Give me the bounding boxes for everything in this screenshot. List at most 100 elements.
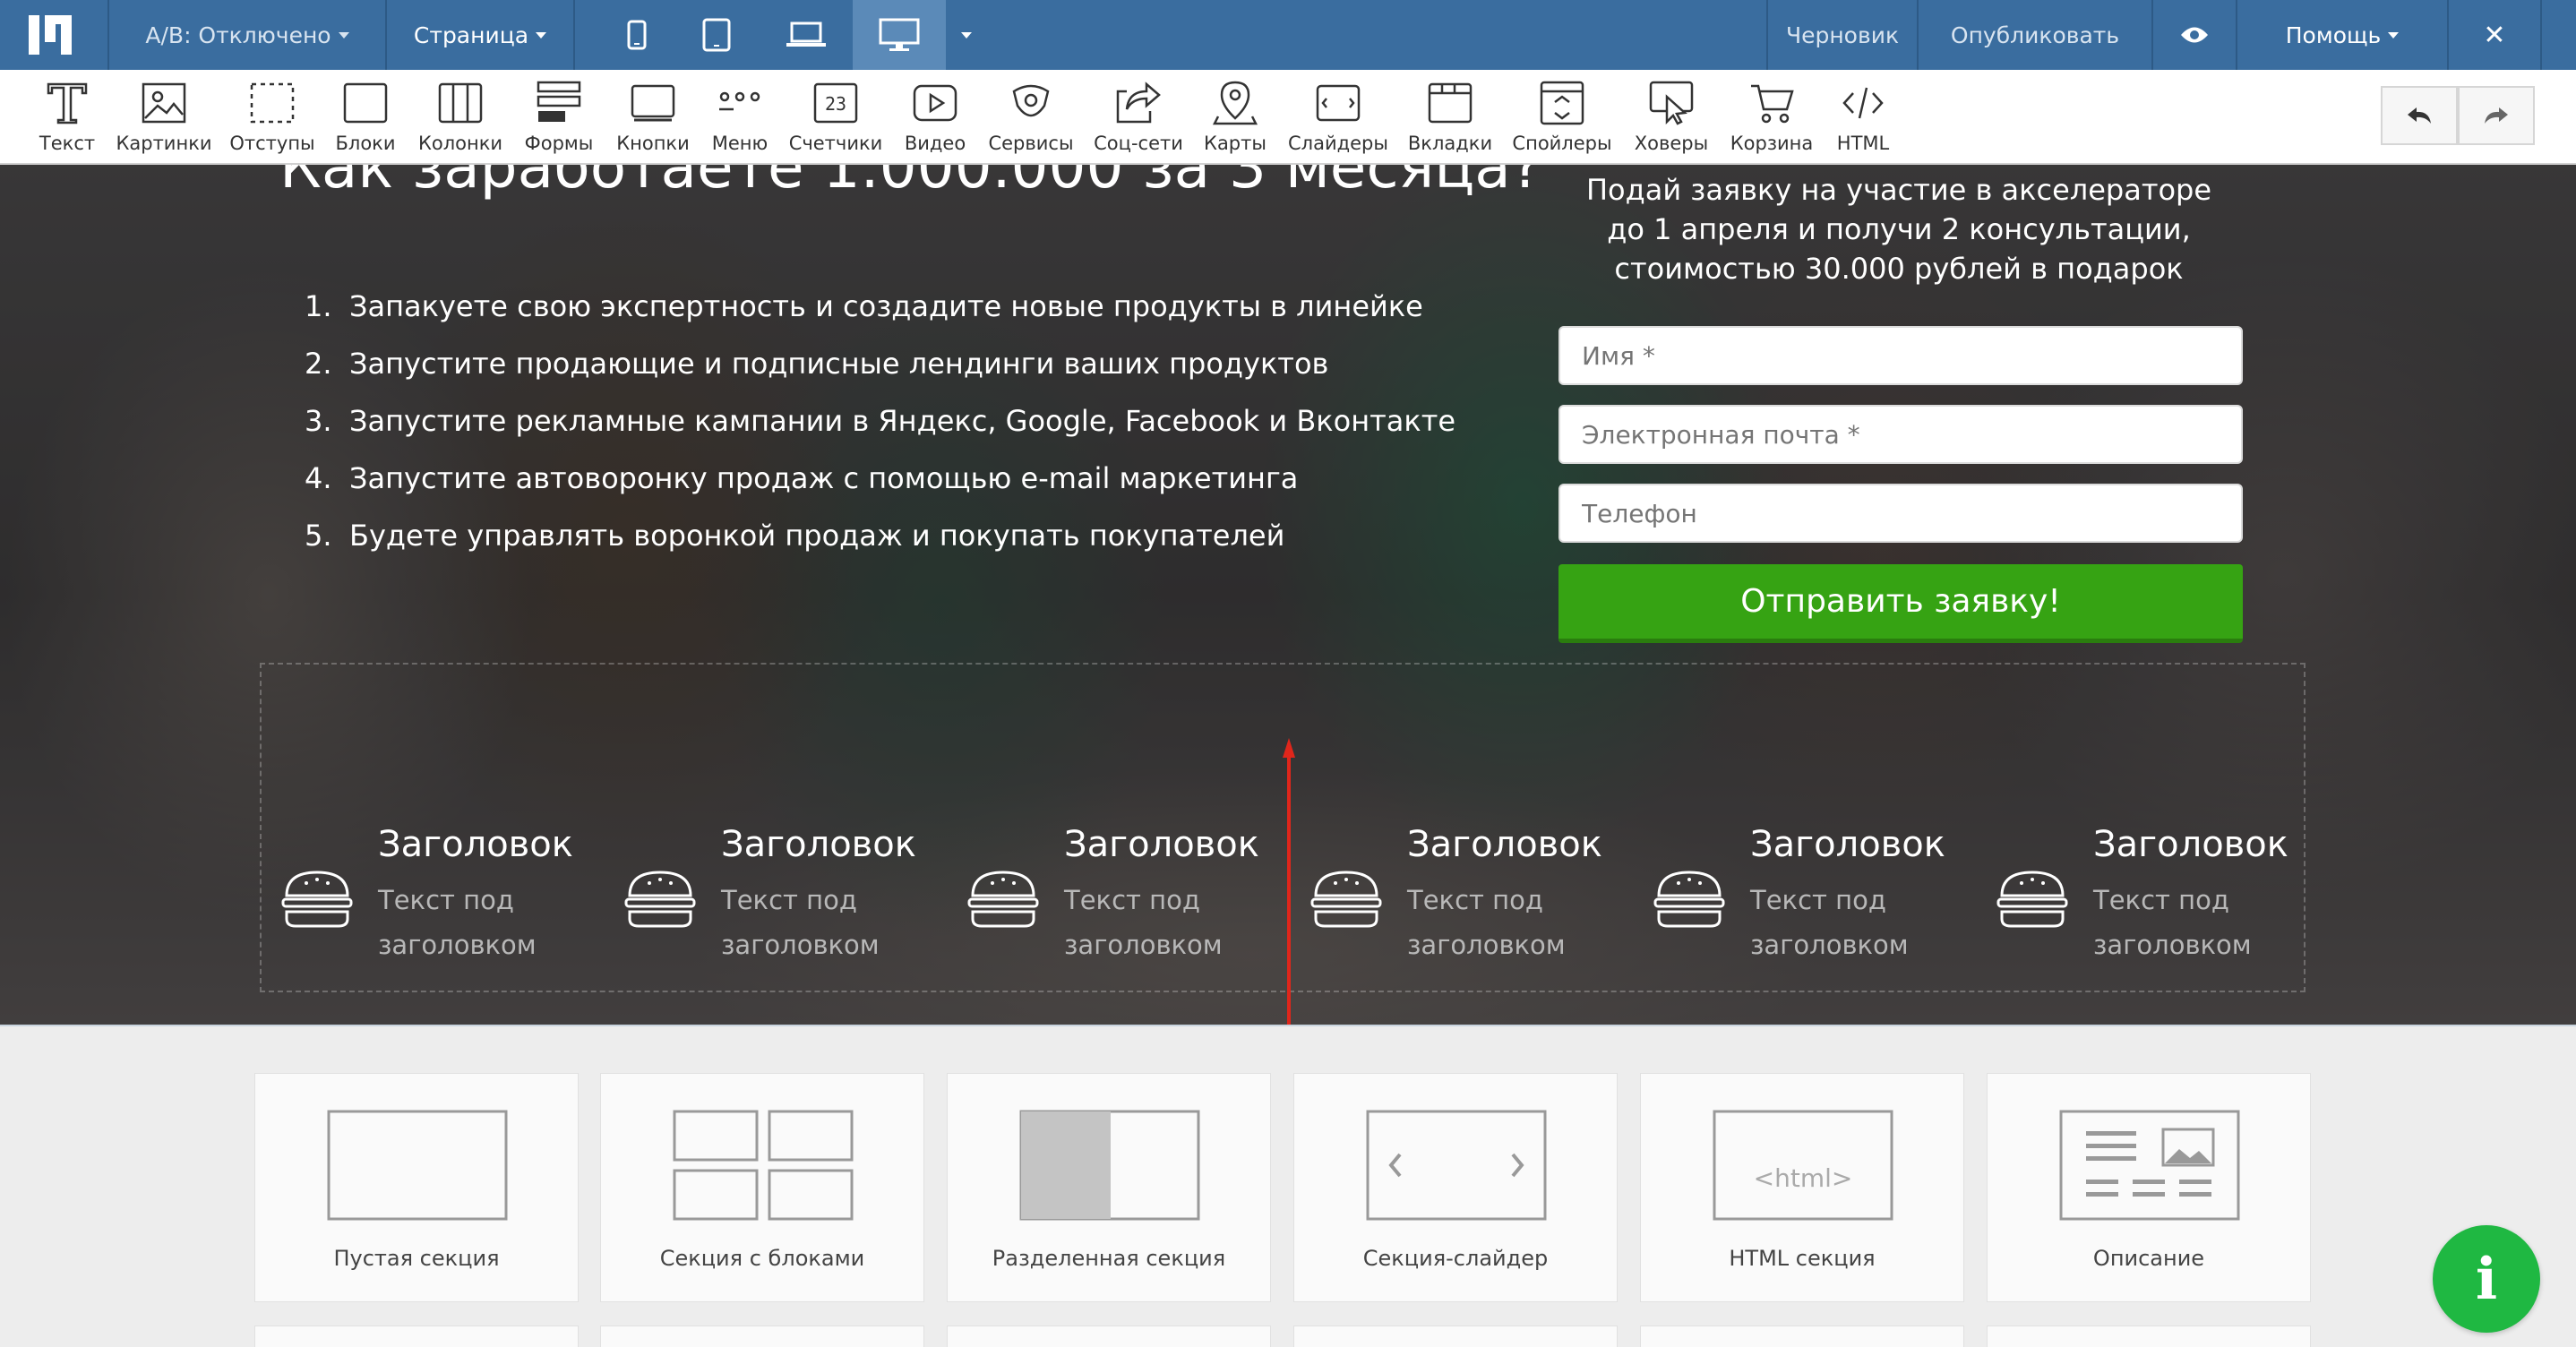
feature-block[interactable]: Заголовок Текст под заголовком <box>605 810 941 989</box>
resize-arrow-icon[interactable] <box>1283 738 1295 1025</box>
list-item: 5. Будете управлять воронкой продаж и пок… <box>305 507 1455 564</box>
tool-label: Текст <box>39 133 96 154</box>
feature-block[interactable]: Заголовок Текст под заголовком <box>1291 810 1627 989</box>
section-card-split[interactable]: Разделенная секция <box>947 1073 1271 1302</box>
tool-label: Блоки <box>335 133 396 154</box>
feature-block[interactable]: Заголовок Текст под заголовком <box>948 810 1284 989</box>
benefits-list[interactable]: 1. Запакуете свою экспертность и создадит… <box>305 278 1455 564</box>
list-number: 3. <box>305 404 332 438</box>
form-description[interactable]: Подай заявку на участие в акселераторе д… <box>1558 170 2239 288</box>
phone-field[interactable] <box>1558 484 2243 543</box>
redo-button[interactable] <box>2458 86 2535 145</box>
tool-social[interactable]: Соц-сети <box>1094 70 1183 163</box>
tool-columns[interactable]: Колонки <box>416 70 505 163</box>
video-icon <box>913 84 957 122</box>
logo[interactable] <box>0 0 109 70</box>
feature-title: Заголовок <box>1064 824 1259 865</box>
tool-label: Карты <box>1204 133 1267 154</box>
tabs-icon <box>1428 82 1473 124</box>
list-text: Будете управлять воронкой продаж и покуп… <box>349 519 1285 553</box>
section-templates-panel: Пустая секция Секция с блоками Разделенн… <box>0 1025 2576 1347</box>
hero-section[interactable]: Как заработаете 1.000.000 за 3 месяца? 1… <box>0 165 2576 1025</box>
section-card-slider[interactable]: Секция-слайдер <box>1293 1073 1618 1302</box>
device-laptop[interactable] <box>760 0 853 70</box>
tool-cart[interactable]: Корзина <box>1729 70 1815 163</box>
burger-icon <box>967 871 1039 928</box>
tool-label: Формы <box>524 133 594 154</box>
tool-sliders[interactable]: Слайдеры <box>1286 70 1390 163</box>
page-label: Страница <box>413 21 529 48</box>
menu-icon <box>719 91 760 111</box>
tool-label: Видео <box>904 133 966 154</box>
publish-label: Опубликовать <box>1950 21 2120 48</box>
tool-label: Колонки <box>417 133 503 154</box>
tool-images[interactable]: Картинки <box>115 70 213 163</box>
info-button[interactable]: i <box>2433 1225 2540 1333</box>
logo-icon <box>29 15 72 55</box>
tool-text[interactable]: Текст <box>30 70 104 163</box>
page-dropdown[interactable]: Страница <box>387 0 575 70</box>
tool-menu[interactable]: Меню <box>704 70 776 163</box>
form-description-line: до 1 апреля и получи 2 консультации, <box>1607 212 2191 246</box>
section-card-blocks[interactable]: Секция с блоками <box>600 1073 924 1302</box>
slider-icon <box>1316 84 1361 122</box>
submit-button[interactable]: Отправить заявку! <box>1558 564 2243 643</box>
columns-icon <box>438 82 483 124</box>
list-number: 1. <box>305 289 332 323</box>
feature-block[interactable]: Заголовок Текст под заголовком <box>1977 810 2314 989</box>
tool-counters[interactable]: 23 Счетчики <box>789 70 882 163</box>
tool-maps[interactable]: Карты <box>1197 70 1274 163</box>
feature-block[interactable]: Заголовок Текст под заголовком <box>262 810 598 989</box>
feature-block[interactable]: Заголовок Текст под заголовком <box>1634 810 1971 989</box>
section-card-html[interactable]: <html> HTML секция <box>1640 1073 1964 1302</box>
text-icon <box>47 82 88 124</box>
tool-video[interactable]: Видео <box>899 70 971 163</box>
block-icon <box>343 82 388 124</box>
close-button[interactable]: ✕ <box>2449 0 2542 70</box>
ab-test-dropdown[interactable]: A/B: Отключено <box>109 0 387 70</box>
device-more-dropdown[interactable] <box>946 0 987 70</box>
tool-hovers[interactable]: Ховеры <box>1630 70 1713 163</box>
section-card-next-row[interactable] <box>254 1326 579 1347</box>
section-card-next-row[interactable] <box>947 1326 1271 1347</box>
undo-button[interactable] <box>2381 86 2458 145</box>
tool-blocks[interactable]: Блоки <box>330 70 401 163</box>
tool-label: Картинки <box>116 133 212 154</box>
tool-spoilers[interactable]: Спойлеры <box>1512 70 1612 163</box>
section-card-next-row[interactable] <box>1640 1326 1964 1347</box>
burger-icon <box>624 871 696 928</box>
device-desktop[interactable] <box>853 0 946 70</box>
section-card-empty[interactable]: Пустая секция <box>254 1073 579 1302</box>
section-card-next-row[interactable] <box>1293 1326 1618 1347</box>
tool-buttons[interactable]: Кнопки <box>616 70 690 163</box>
section-card-next-row[interactable] <box>600 1326 924 1347</box>
tool-label: Слайдеры <box>1288 133 1388 154</box>
description-section-icon <box>2059 1110 2240 1221</box>
tool-services[interactable]: Сервисы <box>988 70 1074 163</box>
desktop-icon <box>879 18 920 51</box>
preview-button[interactable] <box>2153 0 2237 70</box>
publish-button[interactable]: Опубликовать <box>1919 0 2153 70</box>
tool-html[interactable]: HTML <box>1827 70 1899 163</box>
hero-title[interactable]: Как заработаете 1.000.000 за 3 месяца? <box>279 165 1542 202</box>
feature-text: Текст под заголовком <box>721 885 880 960</box>
burger-icon <box>1996 871 2068 928</box>
section-card-label: Секция с блоками <box>659 1246 865 1271</box>
tool-label: Меню <box>711 133 769 154</box>
list-text: Запакуете свою экспертность и создадите … <box>349 289 1423 323</box>
draft-label: Черновик <box>1785 21 1900 48</box>
device-phone[interactable] <box>600 0 674 70</box>
draft-button[interactable]: Черновик <box>1766 0 1919 70</box>
email-field[interactable] <box>1558 405 2243 464</box>
chevron-down-icon <box>961 31 972 39</box>
tool-forms[interactable]: Формы <box>521 70 597 163</box>
list-number: 5. <box>305 519 332 553</box>
section-card-next-row[interactable] <box>1987 1326 2311 1347</box>
help-dropdown[interactable]: Помощь <box>2237 0 2449 70</box>
tool-tabs[interactable]: Вкладки <box>1408 70 1492 163</box>
tool-spacing[interactable]: Отступы <box>228 70 317 163</box>
section-card-description[interactable]: Описание <box>1987 1073 2311 1302</box>
name-field[interactable] <box>1558 326 2243 385</box>
feature-text: Текст под заголовком <box>1064 885 1223 960</box>
device-tablet[interactable] <box>674 0 760 70</box>
